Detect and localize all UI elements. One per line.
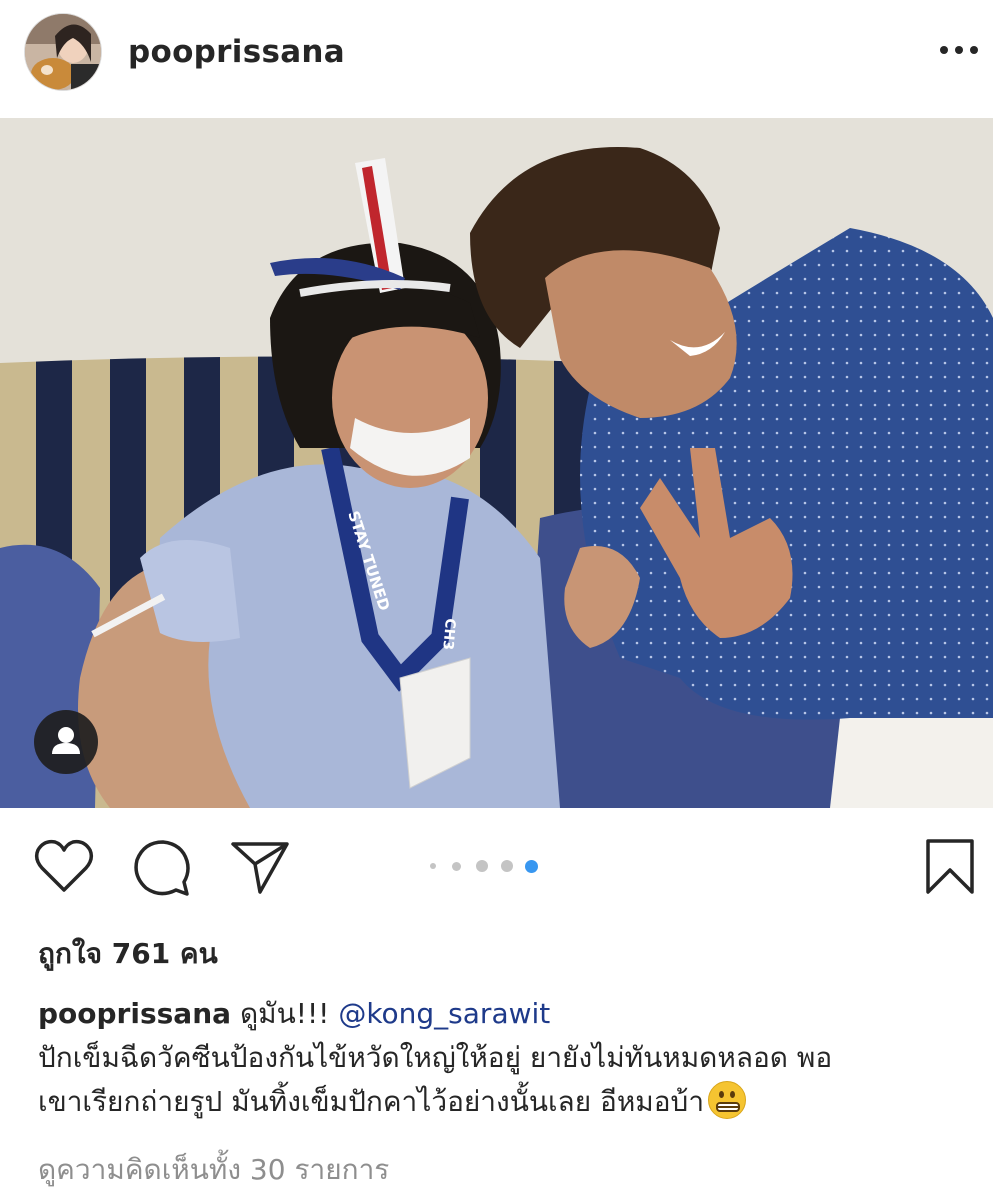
caption-line-0: pooprissana ดูมัน!!! @kong_sarawit	[38, 992, 968, 1036]
profile-avatar[interactable]	[24, 13, 102, 91]
comment-bubble-icon[interactable]	[132, 838, 192, 898]
grimacing-face-emoji	[708, 1081, 747, 1119]
post-photo[interactable]: STAY TUNED CH3	[0, 118, 993, 808]
carousel-dot-active	[525, 860, 538, 873]
like-count[interactable]: ถูกใจ 761 คน	[38, 932, 218, 976]
caption-username[interactable]: pooprissana	[38, 997, 231, 1030]
lanyard-text-2: CH3	[439, 618, 458, 651]
carousel-dot	[501, 860, 513, 872]
carousel-dot	[476, 860, 488, 872]
post-caption: pooprissana ดูมัน!!! @kong_sarawit ปักเข…	[38, 992, 968, 1124]
carousel-dot	[430, 863, 436, 869]
caption-line-2-wrap: เขาเรียกถ่ายรูป มันทิ้งเข็มปักคาไว้อย่าง…	[38, 1080, 968, 1124]
paper-plane-icon[interactable]	[230, 840, 290, 896]
caption-line-2: เขาเรียกถ่ายรูป มันทิ้งเข็มปักคาไว้อย่าง…	[38, 1085, 705, 1118]
heart-icon[interactable]	[34, 838, 94, 894]
caption-line-1: ปักเข็มฉีดวัคซีนป้องกันไข้หวัดใหญ่ให้อยู…	[38, 1041, 833, 1074]
caption-lead: ดูมัน!!!	[239, 997, 330, 1030]
carousel-indicator	[426, 858, 546, 874]
avatar-image	[25, 14, 101, 90]
carousel-dot	[452, 862, 461, 871]
caption-mention[interactable]: @kong_sarawit	[338, 997, 550, 1030]
post-header: pooprissana	[0, 0, 993, 118]
post-image: STAY TUNED CH3	[0, 118, 993, 808]
bookmark-icon[interactable]	[924, 838, 976, 896]
view-all-comments-link[interactable]: ดูความคิดเห็นทั้ง 30 รายการ	[38, 1148, 389, 1192]
profile-username[interactable]: pooprissana	[128, 34, 345, 70]
user-tag-icon[interactable]	[34, 710, 98, 774]
more-options-icon[interactable]	[940, 44, 978, 56]
